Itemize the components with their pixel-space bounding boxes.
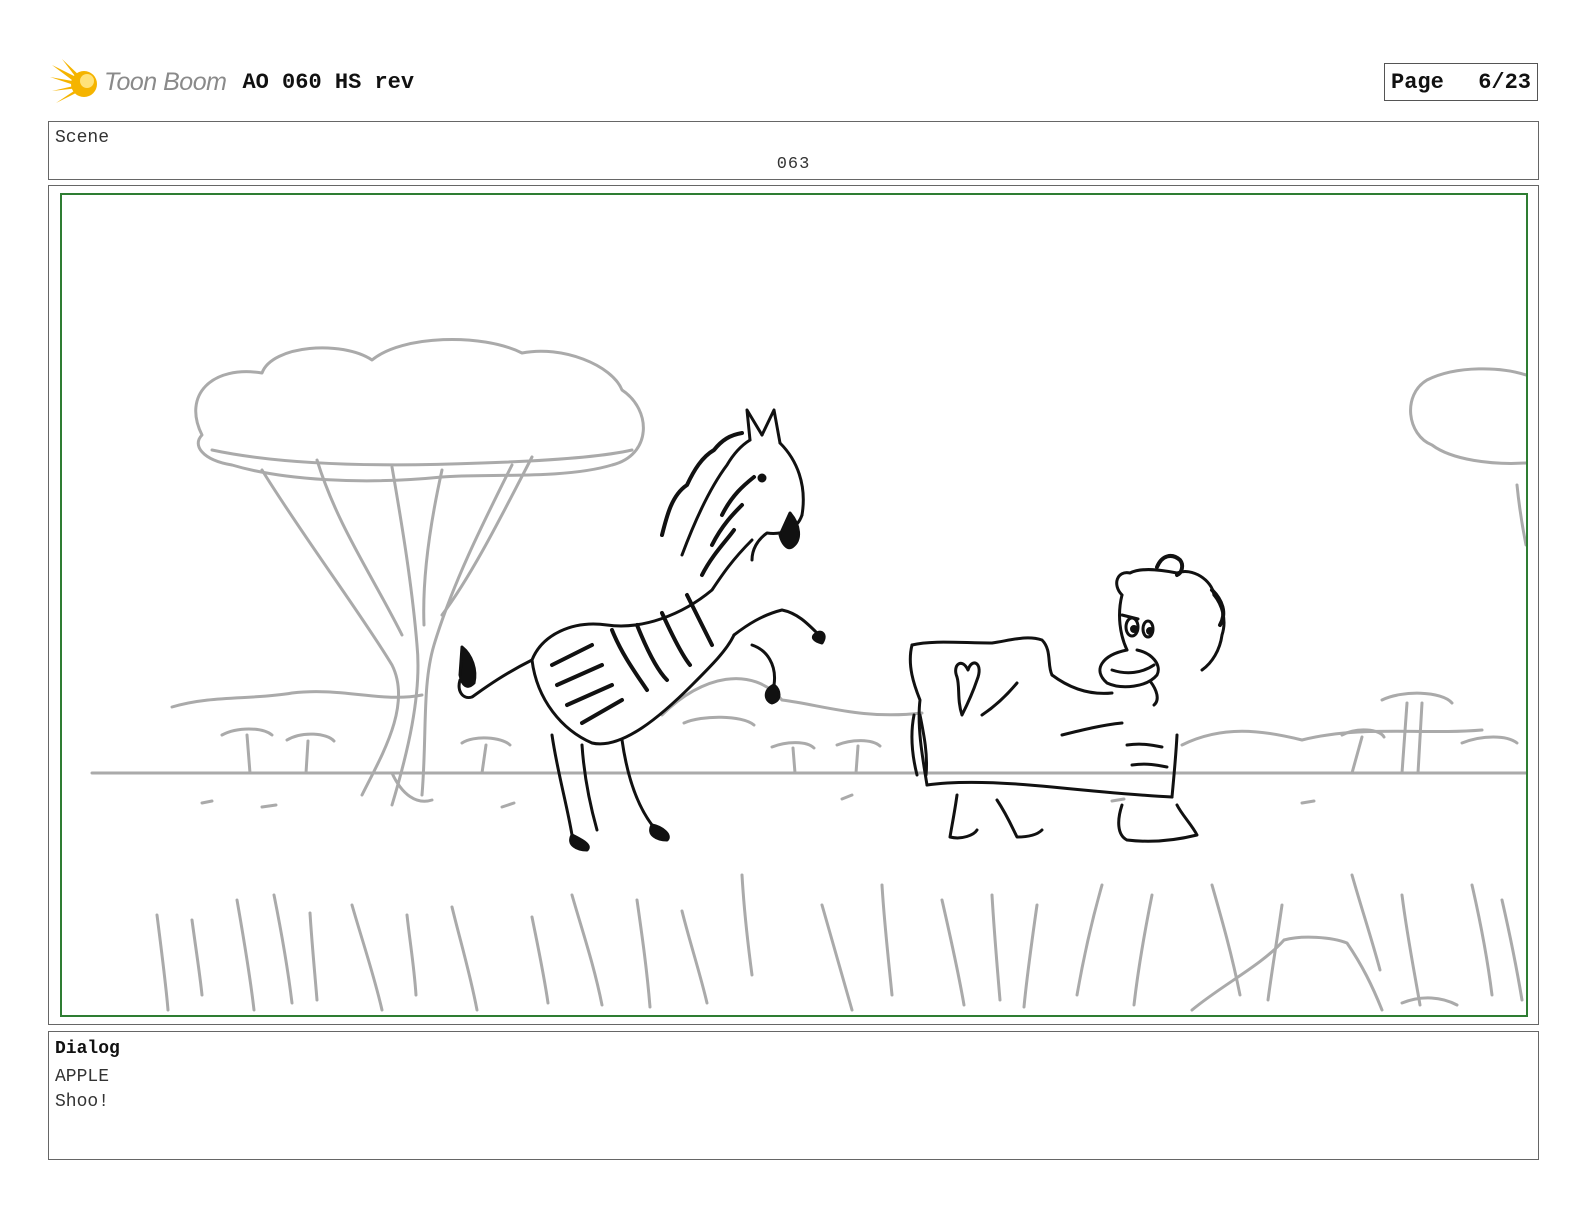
scene-number: 063 xyxy=(776,155,811,174)
panel-drawing xyxy=(90,337,1526,1012)
apple-character-drawing xyxy=(908,553,1226,843)
page-number: 6/23 xyxy=(1478,69,1531,95)
dialog-heading: Dialog xyxy=(55,1039,120,1059)
background-sketch xyxy=(90,337,1526,1012)
toon-boom-logo: Toon Boom xyxy=(50,56,227,108)
page-indicator: Page 6/23 xyxy=(1384,63,1538,101)
dialog-character: APPLE xyxy=(55,1067,110,1087)
scene-label: Scene xyxy=(55,128,110,148)
page-label: Page xyxy=(1391,69,1444,95)
logo-text: Toon Boom xyxy=(104,67,227,96)
dialog-field: Dialog APPLE Shoo! xyxy=(48,1031,1539,1160)
dialog-text: Shoo! xyxy=(55,1092,110,1112)
document-title: AO 060 HS rev xyxy=(242,69,415,95)
starburst-icon xyxy=(50,57,100,107)
storyboard-panel xyxy=(48,185,1539,1025)
page-header: Toon Boom AO 060 HS rev xyxy=(50,56,414,108)
scene-field: Scene 063 xyxy=(48,121,1539,180)
panel-camera-frame xyxy=(60,193,1528,1017)
